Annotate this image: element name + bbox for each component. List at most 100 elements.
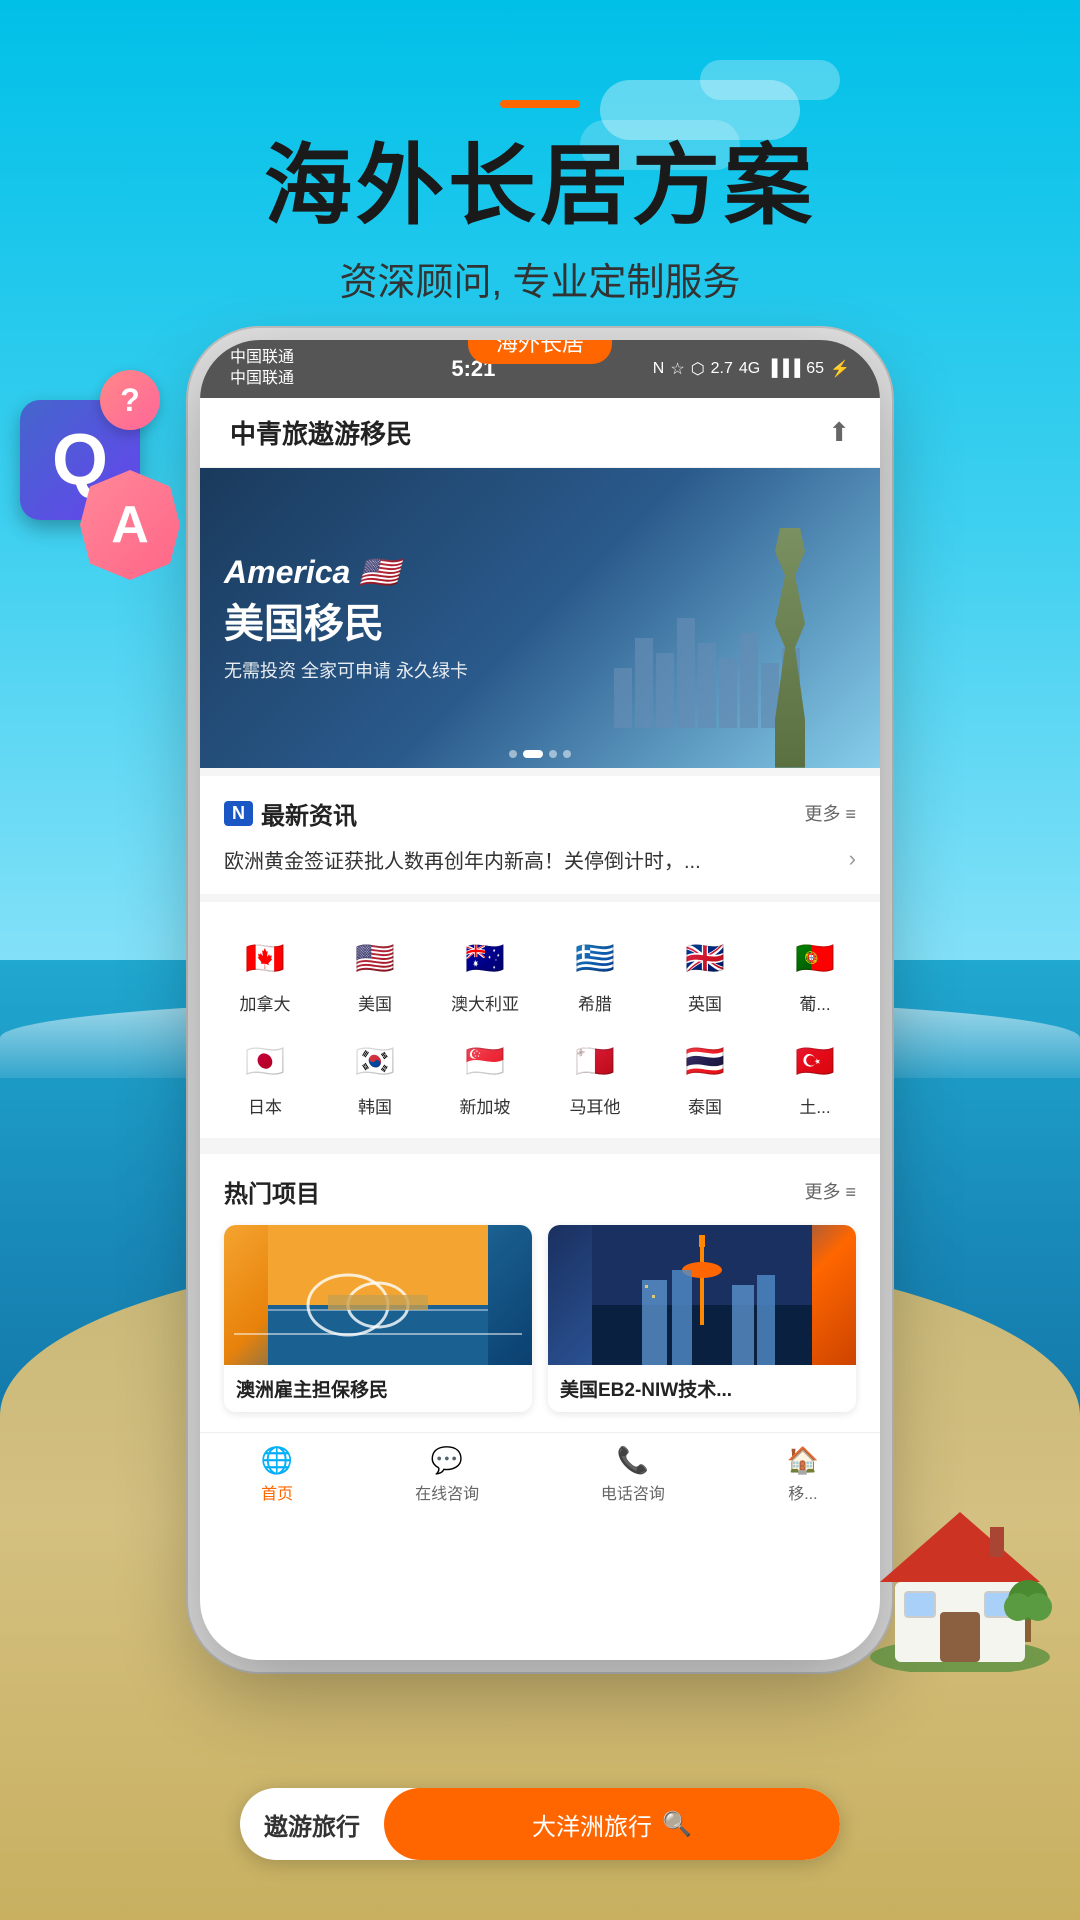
building bbox=[740, 633, 758, 728]
banner-dots bbox=[509, 750, 571, 758]
country-item[interactable]: 🇺🇸 美国 bbox=[320, 922, 430, 1025]
bottom-nav: 🌐 首页 💬 在线咨询 📞 电话咨询 🏠 移... bbox=[200, 1432, 880, 1520]
country-name: 葡... bbox=[799, 990, 830, 1015]
hot-title: 热门项目 bbox=[224, 1174, 320, 1209]
news-more-btn[interactable]: 更多 ≡ bbox=[804, 800, 856, 826]
hot-header: 热门项目 更多 ≡ bbox=[224, 1174, 856, 1209]
country-item[interactable]: 🇸🇬 新加坡 bbox=[430, 1025, 540, 1128]
country-name: 泰国 bbox=[688, 1093, 722, 1118]
nav-move-label: 移... bbox=[788, 1480, 817, 1504]
news-title: N 最新资讯 bbox=[224, 796, 357, 831]
chat-icon: 💬 bbox=[431, 1445, 463, 1476]
a-bubble: A bbox=[80, 470, 180, 580]
country-item[interactable]: 🇲🇹 马耳他 bbox=[540, 1025, 650, 1128]
country-name: 美国 bbox=[358, 990, 392, 1015]
country-item[interactable]: 🇹🇷 土... bbox=[760, 1025, 870, 1128]
country-name: 韩国 bbox=[358, 1093, 392, 1118]
project-card-australia[interactable]: 澳洲雇主担保移民 bbox=[224, 1225, 532, 1412]
news-arrow: › bbox=[849, 846, 856, 872]
country-item[interactable]: 🇬🇧 英国 bbox=[650, 922, 760, 1025]
country-flag-tr: 🇹🇷 bbox=[789, 1035, 841, 1087]
country-name: 马耳他 bbox=[570, 1093, 621, 1118]
hot-section: 热门项目 更多 ≡ 澳洲雇主担保移 bbox=[200, 1146, 880, 1432]
share-icon[interactable]: ⬆ bbox=[828, 417, 850, 448]
dot-3 bbox=[549, 750, 557, 758]
dot-2 bbox=[523, 750, 543, 758]
banner-main-text: America 🇺🇸 bbox=[224, 553, 468, 591]
move-icon: 🏠 bbox=[787, 1445, 819, 1476]
dot-1 bbox=[509, 750, 517, 758]
news-item[interactable]: 欧洲黄金签证获批人数再创年内新高！关停倒计时，... › bbox=[224, 845, 856, 874]
page-title: 海外长居方案 bbox=[0, 138, 1080, 235]
phone-mockup: 海外长居 中国联通 中国联通 5:21 N ☆ ⬡ 2.7 4G ▐▐▐ 65 … bbox=[200, 340, 880, 1660]
app-header: 中青旅遨游移民 ⬆ bbox=[200, 398, 880, 468]
banner-text: America 🇺🇸 美国移民 无需投资 全家可申请 永久绿卡 bbox=[224, 553, 468, 683]
phone-icon: 📞 bbox=[617, 1445, 649, 1476]
building bbox=[656, 653, 674, 728]
question-mark-bubble: ? bbox=[100, 370, 160, 430]
card-img-usa bbox=[548, 1225, 856, 1365]
bottom-search-bar[interactable]: 遨游旅行 大洋洲旅行 🔍 bbox=[240, 1788, 840, 1860]
banner-cn-text: 美国移民 bbox=[224, 591, 468, 649]
phone-tag: 海外长居 bbox=[468, 340, 612, 364]
n-badge: N bbox=[224, 801, 253, 826]
building bbox=[614, 668, 632, 728]
building bbox=[698, 643, 716, 728]
country-item[interactable]: 🇰🇷 韩国 bbox=[320, 1025, 430, 1128]
country-flag-pt: 🇵🇹 bbox=[789, 932, 841, 984]
country-name: 新加坡 bbox=[460, 1093, 511, 1118]
country-item[interactable]: 🇨🇦 加拿大 bbox=[210, 922, 320, 1025]
country-flag-th: 🇹🇭 bbox=[679, 1035, 731, 1087]
country-flag-jp: 🇯🇵 bbox=[239, 1035, 291, 1087]
country-flag-sg: 🇸🇬 bbox=[459, 1035, 511, 1087]
divider-1 bbox=[200, 894, 880, 902]
news-header: N 最新资讯 更多 ≡ bbox=[224, 796, 856, 831]
project-card-usa[interactable]: 美国EB2-NIW技术... bbox=[548, 1225, 856, 1412]
country-item[interactable]: 🇦🇺 澳大利亚 bbox=[430, 922, 540, 1025]
country-item[interactable]: 🇬🇷 希腊 bbox=[540, 922, 650, 1025]
divider-2 bbox=[200, 1138, 880, 1146]
nav-home-label: 首页 bbox=[261, 1480, 293, 1504]
country-flag-kr: 🇰🇷 bbox=[349, 1035, 401, 1087]
app-title: 中青旅遨游移民 bbox=[230, 414, 412, 451]
card-label-australia: 澳洲雇主担保移民 bbox=[224, 1365, 532, 1412]
country-flag-canada: 🇨🇦 bbox=[239, 932, 291, 984]
country-name: 英国 bbox=[688, 990, 722, 1015]
building bbox=[677, 618, 695, 728]
nav-move[interactable]: 🏠 移... bbox=[787, 1445, 819, 1504]
nav-chat[interactable]: 💬 在线咨询 bbox=[415, 1445, 479, 1504]
page-subtitle: 资深顾问, 专业定制服务 bbox=[0, 251, 1080, 306]
accent-line bbox=[500, 100, 580, 108]
country-name: 日本 bbox=[248, 1093, 282, 1118]
search-area[interactable]: 大洋洲旅行 🔍 bbox=[384, 1788, 840, 1860]
country-name: 加拿大 bbox=[240, 990, 291, 1015]
country-name: 土... bbox=[799, 1093, 830, 1118]
banner: America 🇺🇸 美国移民 无需投资 全家可申请 永久绿卡 bbox=[200, 468, 880, 768]
seattle-svg bbox=[548, 1225, 856, 1365]
search-icon: 🔍 bbox=[662, 1810, 692, 1839]
country-flag-gb: 🇬🇧 bbox=[679, 932, 731, 984]
country-name: 澳大利亚 bbox=[451, 990, 519, 1015]
nav-chat-label: 在线咨询 bbox=[415, 1480, 479, 1504]
dot-4 bbox=[563, 750, 571, 758]
countries-section: 🇨🇦 加拿大 🇺🇸 美国 🇦🇺 澳大利亚 🇬🇷 希腊 🇬🇧 英国 🇵🇹 bbox=[200, 902, 880, 1138]
banner-sub-text: 无需投资 全家可申请 永久绿卡 bbox=[224, 657, 468, 683]
header: 海外长居方案 资深顾问, 专业定制服务 bbox=[0, 100, 1080, 306]
country-flag-gr: 🇬🇷 bbox=[569, 932, 621, 984]
nav-phone-label: 电话咨询 bbox=[601, 1480, 665, 1504]
news-section: N 最新资讯 更多 ≡ 欧洲黄金签证获批人数再创年内新高！关停倒计时，... › bbox=[200, 768, 880, 894]
country-item[interactable]: 🇵🇹 葡... bbox=[760, 922, 870, 1025]
nav-home[interactable]: 🌐 首页 bbox=[261, 1445, 293, 1504]
nav-phone[interactable]: 📞 电话咨询 bbox=[601, 1445, 665, 1504]
project-cards: 澳洲雇主担保移民 bbox=[224, 1225, 856, 1412]
hot-more-btn[interactable]: 更多 ≡ bbox=[804, 1178, 856, 1204]
status-icons: N ☆ ⬡ 2.7 4G ▐▐▐ 65 ⚡ bbox=[653, 359, 850, 379]
country-flag-mt: 🇲🇹 bbox=[569, 1035, 621, 1087]
country-item[interactable]: 🇯🇵 日本 bbox=[210, 1025, 320, 1128]
card-label-usa: 美国EB2-NIW技术... bbox=[548, 1365, 856, 1412]
home-icon: 🌐 bbox=[261, 1445, 293, 1476]
country-item[interactable]: 🇹🇭 泰国 bbox=[650, 1025, 760, 1128]
countries-grid: 🇨🇦 加拿大 🇺🇸 美国 🇦🇺 澳大利亚 🇬🇷 希腊 🇬🇧 英国 🇵🇹 bbox=[200, 922, 880, 1128]
search-text: 大洋洲旅行 bbox=[532, 1807, 652, 1842]
card-img-australia bbox=[224, 1225, 532, 1365]
